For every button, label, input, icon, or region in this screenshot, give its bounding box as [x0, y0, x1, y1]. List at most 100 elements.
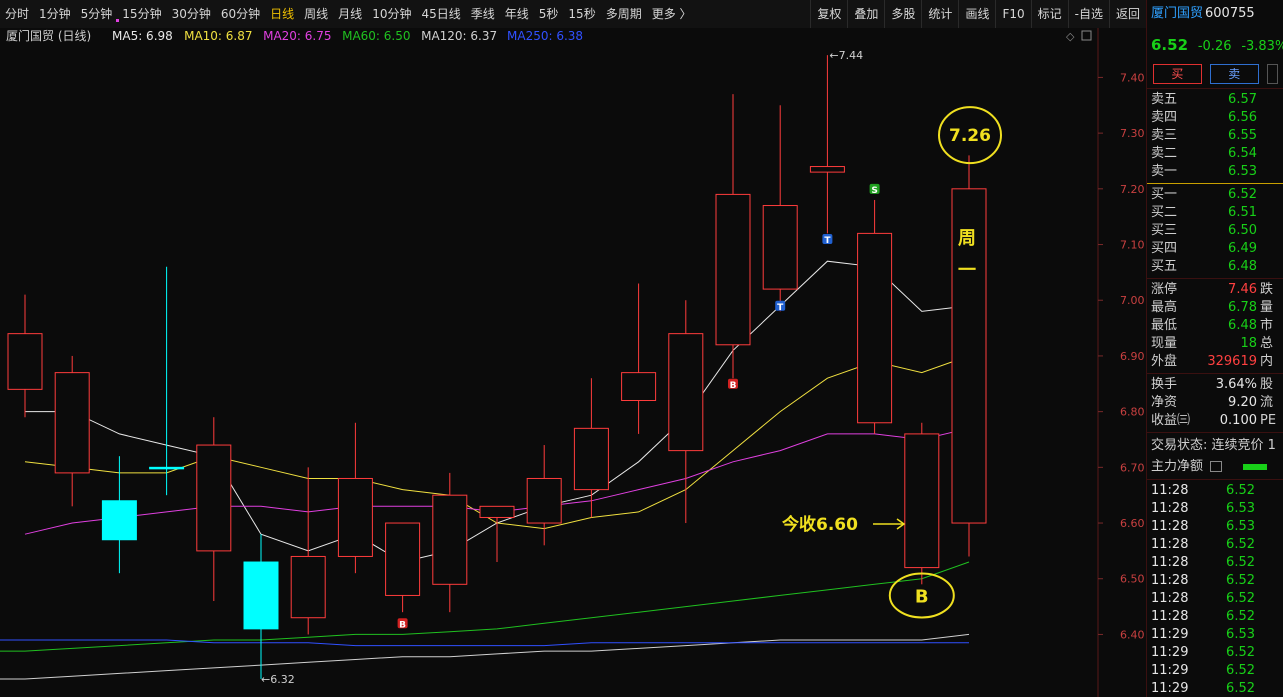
candle-body: [762, 205, 798, 290]
low-label: ←6.32: [261, 673, 295, 686]
sell-button[interactable]: 卖: [1209, 64, 1259, 84]
book-row[interactable]: 买二 6.51: [1147, 204, 1283, 222]
stat-extra: 跌: [1260, 282, 1274, 297]
tick-row: 11:28 6.52: [1147, 536, 1283, 554]
candle-body: [715, 193, 751, 346]
candle-body: [621, 372, 657, 401]
book-row[interactable]: 卖四 6.56: [1147, 109, 1283, 127]
ma-legend-3: MA60: 6.50: [342, 29, 410, 43]
tool-button[interactable]: 多股: [884, 0, 921, 28]
tool-button[interactable]: -自选: [1067, 0, 1109, 28]
stock-title[interactable]: 厦门国贸 600755: [1147, 0, 1283, 28]
tick-price: 6.52: [1226, 537, 1255, 552]
stat-value: 6.78: [1228, 300, 1257, 315]
tick-price: 6.52: [1226, 645, 1255, 660]
book-price: 6.51: [1228, 205, 1257, 220]
book-row[interactable]: 买一 6.52: [1147, 186, 1283, 204]
y-tick-label: 6.40: [1120, 628, 1145, 641]
book-row[interactable]: 卖一 6.53: [1147, 163, 1283, 181]
period-tab[interactable]: 季线: [466, 0, 500, 28]
period-tab[interactable]: 30分钟: [167, 0, 216, 28]
stat-value: 18: [1240, 336, 1257, 351]
y-tick-label: 6.80: [1120, 406, 1145, 419]
today-close-label: 今收6.60: [782, 514, 858, 535]
period-toolbar: 分时 1分钟 5分钟 15分钟 30分钟 60分钟 日线 周线 月线 10分钟 45日线 季线 年线 5秒…: [0, 0, 1146, 29]
period-tab[interactable]: 周线: [299, 0, 333, 28]
more-button[interactable]: [1266, 64, 1278, 84]
tick-time: 11:29: [1151, 627, 1189, 642]
period-tab[interactable]: 月线: [333, 0, 367, 28]
stat-label: 净资: [1151, 395, 1178, 410]
diamond-icon[interactable]: ◇: [1066, 30, 1075, 43]
tick-row: 11:28 6.53: [1147, 500, 1283, 518]
period-tab[interactable]: 15分钟: [117, 0, 166, 28]
main-flow[interactable]: 主力净额: [1147, 457, 1283, 477]
ma-legend-0: MA5: 6.98: [112, 29, 173, 43]
book-row[interactable]: 买五 6.48: [1147, 258, 1283, 276]
tick-time: 11:29: [1151, 663, 1189, 678]
y-tick-label: 7.40: [1120, 71, 1145, 84]
y-tick-label: 6.70: [1120, 461, 1145, 474]
stat-row: 涨停 7.46 跌: [1147, 281, 1283, 299]
tool-button[interactable]: 标记: [1030, 0, 1068, 28]
tick-row: 11:28 6.53: [1147, 518, 1283, 536]
book-row[interactable]: 买四 6.49: [1147, 240, 1283, 258]
tick-price: 6.52: [1226, 483, 1255, 498]
tick-price: 6.52: [1226, 555, 1255, 570]
period-tab[interactable]: 45日线: [416, 0, 465, 28]
period-tab[interactable]: 日线: [265, 0, 299, 28]
tick-price: 6.52: [1226, 609, 1255, 624]
period-tab[interactable]: 更多 〉: [647, 0, 697, 28]
book-level-label: 买三: [1151, 223, 1178, 238]
tool-button[interactable]: 叠加: [847, 0, 884, 28]
y-tick-label: 7.00: [1120, 294, 1145, 307]
kline-chart[interactable]: 厦门国贸 (日线) MA5: 6.98 MA10: 6.87 MA20: 6.75 MA…: [0, 28, 1146, 697]
period-tab[interactable]: 60分钟: [216, 0, 265, 28]
period-tab[interactable]: 10分钟: [367, 0, 416, 28]
tick-price: 6.53: [1226, 501, 1255, 516]
stat-value: 9.20: [1228, 395, 1257, 410]
tool-button[interactable]: 画线: [958, 0, 995, 28]
stat-row: 换手 3.64% 股: [1147, 376, 1283, 394]
book-row[interactable]: 买三 6.50: [1147, 222, 1283, 240]
stock-code: 600755: [1205, 6, 1255, 21]
period-tab[interactable]: 5分钟: [76, 0, 118, 28]
ma-legend-4: MA120: 6.37: [421, 29, 497, 43]
tick-row: 11:28 6.52: [1147, 554, 1283, 572]
period-tab[interactable]: 15秒: [563, 0, 600, 28]
stat-label: 涨停: [1151, 282, 1178, 297]
stat-label: 外盘: [1151, 354, 1178, 369]
period-tab[interactable]: 分时: [0, 0, 34, 28]
quote-panel: 厦门国贸 600755 6.52 -0.26 -3.83% 买 卖 卖五 6.57 卖…: [1146, 0, 1283, 697]
target-price-label: 7.26: [949, 126, 991, 146]
book-row[interactable]: 卖三 6.55: [1147, 127, 1283, 145]
stat-extra: 股: [1260, 377, 1274, 392]
period-tab[interactable]: 多周期: [601, 0, 647, 28]
book-level-label: 卖二: [1151, 146, 1178, 161]
tick-list[interactable]: 11:28 6.52 11:28 6.53 11:28 6.53 11:28 6.52 11:2…: [1147, 482, 1283, 697]
indicator-dot: [116, 19, 119, 22]
candle-body: [385, 522, 421, 596]
candle-body: [290, 555, 326, 619]
tick-price: 6.53: [1226, 519, 1255, 534]
period-tab[interactable]: 1分钟: [34, 0, 76, 28]
quote-stats-2: 换手 3.64% 股净资 9.20 流收益㈢ 0.100 PE: [1147, 376, 1283, 430]
period-tab[interactable]: 年线: [500, 0, 534, 28]
tool-button[interactable]: F10: [995, 0, 1030, 28]
buy-button[interactable]: 买: [1153, 64, 1202, 84]
ma-legend-1: MA10: 6.87: [184, 29, 252, 43]
ma-legend-5: MA250: 6.38: [507, 29, 583, 43]
book-row[interactable]: 卖五 6.57: [1147, 91, 1283, 109]
tool-button[interactable]: 统计: [921, 0, 958, 28]
book-price: 6.55: [1228, 128, 1257, 143]
tool-button[interactable]: 返回: [1108, 0, 1146, 28]
period-tab[interactable]: 5秒: [534, 0, 564, 28]
book-price: 6.50: [1228, 223, 1257, 238]
candle-body: [479, 505, 515, 518]
book-row[interactable]: 卖二 6.54: [1147, 145, 1283, 163]
tool-button[interactable]: 复权: [810, 0, 847, 28]
stat-value: 0.100: [1219, 413, 1257, 428]
book-price: 6.54: [1228, 146, 1257, 161]
bid-book: 买一 6.52 买二 6.51 买三 6.50 买四 6.49 买五 6.48: [1147, 186, 1283, 276]
tick-row: 11:28 6.52: [1147, 572, 1283, 590]
